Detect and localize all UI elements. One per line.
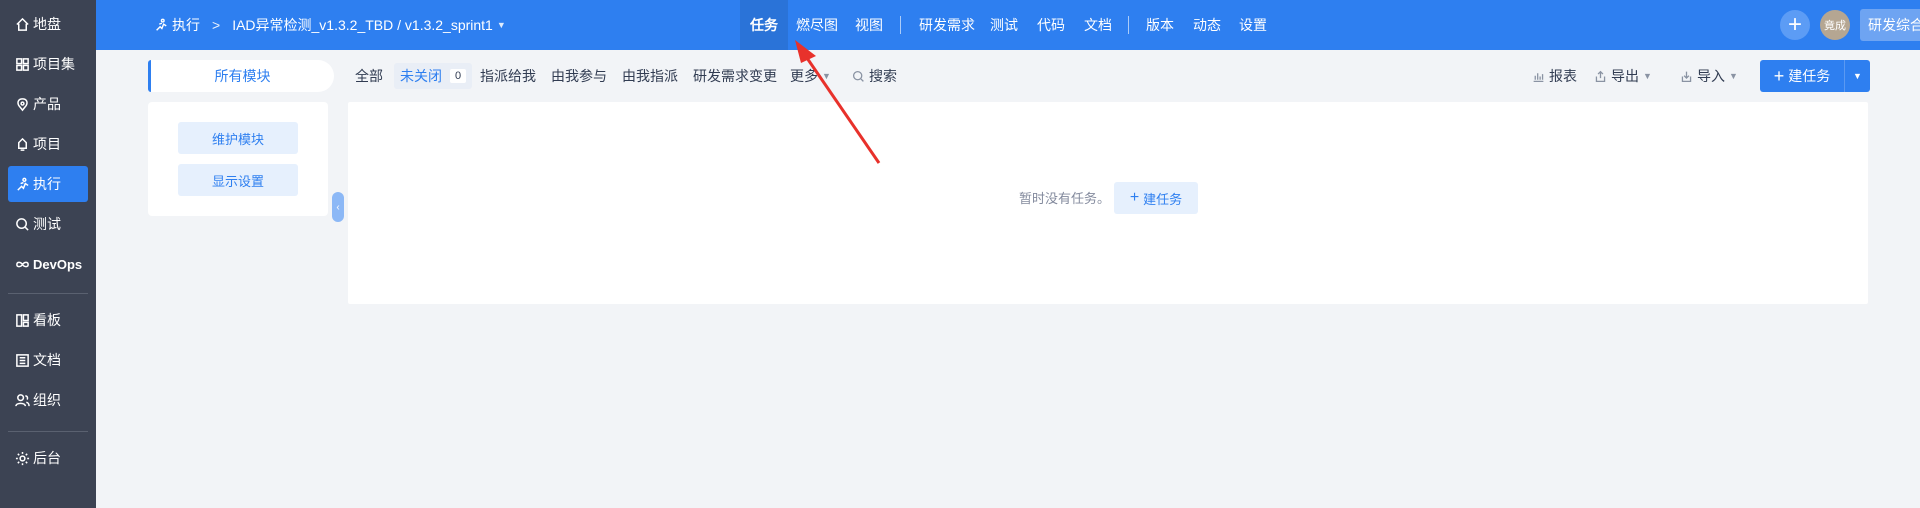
empty-create-task-button[interactable]: + 建任务 <box>1114 182 1198 214</box>
topbar: 执行 > IAD异常检测_v1.3.2_TBD / v1.3.2_sprint1… <box>96 0 1920 50</box>
project-icon <box>14 136 30 152</box>
tab-test[interactable]: 测试 <box>990 0 1018 50</box>
module-panel: 维护模块 显示设置 <box>148 102 328 216</box>
sidebar-item-label: 项目集 <box>33 56 75 72</box>
home-icon <box>14 16 30 32</box>
sidebar-item-label: 项目 <box>33 136 61 152</box>
users-icon <box>14 392 30 408</box>
create-task-button[interactable]: + 建任务 ▼ <box>1760 60 1870 92</box>
sidebar-item-kanban[interactable]: 看板 <box>8 302 88 338</box>
run-icon <box>154 18 168 32</box>
filter-story-changed[interactable]: 研发需求变更 <box>693 63 777 89</box>
report-label: 报表 <box>1549 68 1577 84</box>
tab-dynamic[interactable]: 动态 <box>1193 0 1221 50</box>
product-icon <box>14 96 30 112</box>
sidebar-item-label: 测试 <box>33 216 61 232</box>
plus-icon: + <box>1129 189 1140 206</box>
filter-count: 0 <box>450 69 467 83</box>
grid-icon <box>14 56 30 72</box>
chevron-down-icon: ▼ <box>822 71 831 81</box>
sidebar-item-home[interactable]: 地盘 <box>8 6 88 42</box>
tab-build[interactable]: 版本 <box>1146 0 1174 50</box>
filter-more[interactable]: 更多 ▼ <box>790 63 831 89</box>
report-button[interactable]: 报表 <box>1532 63 1577 89</box>
sidebar-item-program[interactable]: 项目集 <box>8 46 88 82</box>
search-toggle[interactable]: 搜索 <box>852 63 897 89</box>
nav-divider <box>900 16 901 34</box>
empty-create-task-label: 建任务 <box>1143 191 1183 207</box>
plus-icon: + <box>1773 65 1785 86</box>
export-button[interactable]: 导出 ▼ <box>1594 63 1652 89</box>
display-settings-button[interactable]: 显示设置 <box>178 164 298 196</box>
sidebar-item-label: 地盘 <box>33 16 61 32</box>
sidebar-item-org[interactable]: 组织 <box>8 382 88 418</box>
all-modules-tab[interactable]: 所有模块 <box>148 60 334 92</box>
tab-story[interactable]: 研发需求 <box>919 0 975 50</box>
chevron-down-icon: ▼ <box>1729 71 1738 81</box>
empty-message: 暂时没有任务。 <box>1019 191 1111 206</box>
nav-divider <box>1128 16 1129 34</box>
tab-task[interactable]: 任务 <box>740 0 788 50</box>
tab-code[interactable]: 代码 <box>1037 0 1065 50</box>
breadcrumb-separator: > <box>212 17 221 33</box>
kanban-icon <box>14 312 30 328</box>
sidebar-item-label: 看板 <box>33 312 61 328</box>
sidebar-item-label: 组织 <box>33 392 61 408</box>
sidebar-item-doc[interactable]: 文档 <box>8 342 88 378</box>
sidebar-divider <box>8 293 88 294</box>
chevron-down-icon: ▼ <box>1643 71 1652 81</box>
create-task-label: 建任务 <box>1788 68 1831 84</box>
filter-assigned-by-me[interactable]: 由我指派 <box>622 63 678 89</box>
sidebar-item-product[interactable]: 产品 <box>8 86 88 122</box>
import-button[interactable]: 导入 ▼ <box>1680 63 1738 89</box>
export-icon <box>1594 70 1611 83</box>
filter-involved[interactable]: 由我参与 <box>551 63 607 89</box>
search-test-icon <box>14 216 30 232</box>
search-icon <box>852 70 869 83</box>
sidebar-item-execution[interactable]: 执行 <box>8 166 88 202</box>
gear-icon <box>14 450 30 466</box>
tab-settings[interactable]: 设置 <box>1239 0 1267 50</box>
collapse-handle[interactable]: ‹ <box>332 192 344 222</box>
chevron-down-icon[interactable]: ▼ <box>1844 60 1870 92</box>
sidebar-item-test[interactable]: 测试 <box>8 206 88 242</box>
avatar[interactable]: 竟成 <box>1820 10 1850 40</box>
run-icon <box>14 176 30 192</box>
tab-view[interactable]: 视图 <box>855 0 883 50</box>
sidebar: 地盘 项目集 产品 项目 执行 测试 DevOps 看板 文档 组织 后台 <box>0 0 96 508</box>
sidebar-item-label: 执行 <box>33 176 61 192</box>
infinity-icon <box>14 256 30 272</box>
breadcrumb-root[interactable]: 执行 <box>172 15 200 35</box>
sidebar-item-devops[interactable]: DevOps <box>8 246 88 282</box>
tab-doc[interactable]: 文档 <box>1084 0 1112 50</box>
maintain-module-button[interactable]: 维护模块 <box>178 122 298 154</box>
import-label: 导入 <box>1697 68 1725 84</box>
sidebar-item-label: 产品 <box>33 96 61 112</box>
search-label: 搜索 <box>869 68 897 84</box>
breadcrumb: 执行 > IAD异常检测_v1.3.2_TBD / v1.3.2_sprint1… <box>154 0 506 50</box>
export-label: 导出 <box>1611 68 1639 84</box>
sidebar-divider <box>8 431 88 432</box>
sidebar-item-label: 后台 <box>33 450 61 466</box>
sidebar-item-project[interactable]: 项目 <box>8 126 88 162</box>
chevron-down-icon[interactable]: ▼ <box>497 20 506 30</box>
bar-chart-icon <box>1532 70 1549 83</box>
filter-unclosed[interactable]: 未关闭 0 <box>394 63 473 89</box>
filter-label: 未关闭 <box>400 68 442 84</box>
filter-assigned-to-me[interactable]: 指派给我 <box>480 63 536 89</box>
import-icon <box>1680 70 1697 83</box>
doc-icon <box>14 352 30 368</box>
rd-dashboard-button[interactable]: 研发综合界面 <box>1860 9 1920 41</box>
global-create-button[interactable]: + <box>1780 10 1810 40</box>
sidebar-item-label: 文档 <box>33 352 61 368</box>
tab-burndown[interactable]: 燃尽图 <box>796 0 838 50</box>
breadcrumb-current[interactable]: IAD异常检测_v1.3.2_TBD / v1.3.2_sprint1 <box>232 15 493 35</box>
sidebar-item-admin[interactable]: 后台 <box>8 440 88 476</box>
sidebar-item-label: DevOps <box>33 256 83 272</box>
filter-all[interactable]: 全部 <box>355 63 383 89</box>
create-task-main[interactable]: + 建任务 <box>1760 66 1844 87</box>
filter-label: 更多 <box>790 68 818 84</box>
